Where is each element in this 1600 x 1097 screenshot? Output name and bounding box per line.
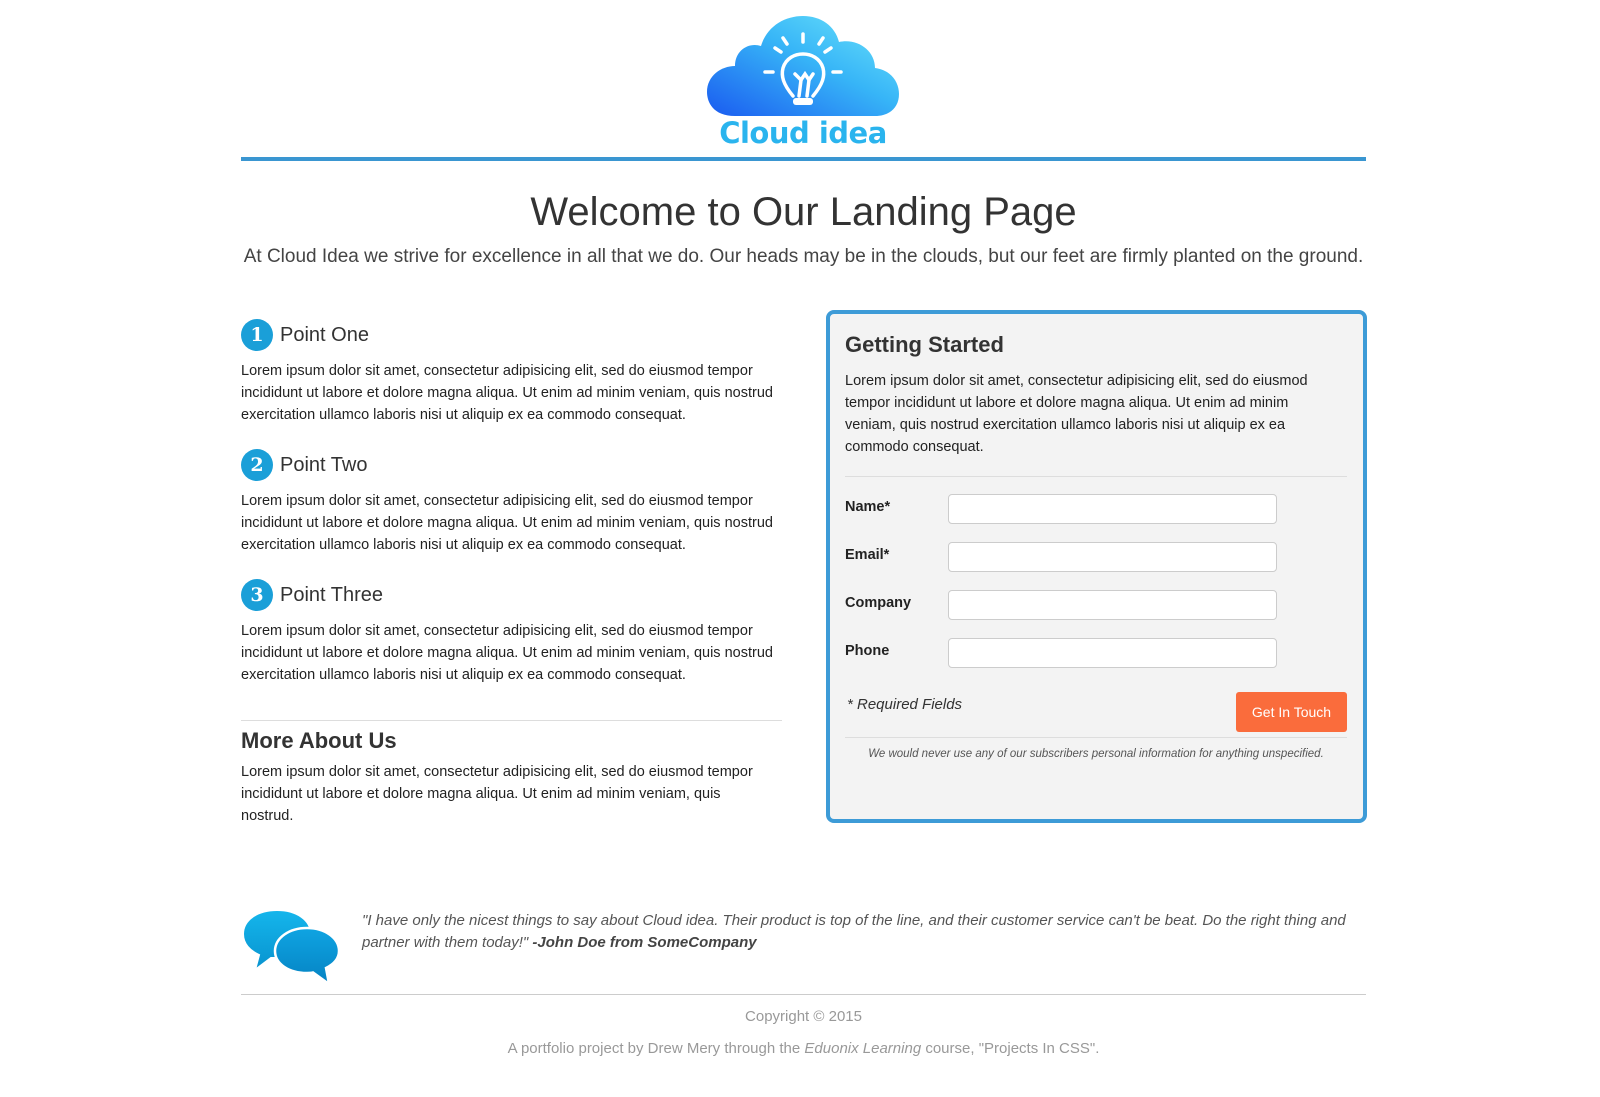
form-row-company: Company (845, 590, 1285, 620)
form-row-name: Name* (845, 494, 1285, 524)
credit-suffix: course, "Projects In CSS". (921, 1040, 1100, 1057)
number-badge-icon: 2 (241, 449, 273, 481)
credit-org: Eduonix Learning (804, 1040, 922, 1057)
copyright: Copyright © 2015 (745, 1008, 862, 1025)
point-header: 1 Point One (241, 318, 782, 352)
page-container: Cloud idea Welcome to Our Landing Page A… (241, 0, 1367, 1097)
point-body: Lorem ipsum dolor sit amet, consectetur … (241, 493, 773, 553)
point-title: Point Three (280, 583, 384, 606)
page-title: Welcome to Our Landing Page (530, 190, 1077, 234)
phone-label: Phone (845, 643, 890, 659)
signup-form-panel: Getting Started Lorem ipsum dolor sit am… (826, 310, 1367, 823)
form-row-email: Email* (845, 542, 1285, 572)
credit-line: A portfolio project by Drew Mery through… (241, 1040, 1366, 1057)
header: Cloud idea (241, 0, 1366, 161)
point-body: Lorem ipsum dolor sit amet, consectetur … (241, 623, 773, 683)
credit-prefix: A portfolio project by Drew Mery through… (507, 1040, 805, 1057)
get-in-touch-button[interactable]: Get In Touch (1236, 692, 1347, 732)
form-description: Lorem ipsum dolor sit amet, consectetur … (845, 373, 1308, 455)
speech-bubbles-icon (241, 908, 341, 987)
quote-author: -John Doe from SomeCompany (532, 934, 757, 951)
company-label: Company (845, 595, 912, 611)
phone-field[interactable] (948, 638, 1277, 668)
more-about-title: More About Us (241, 728, 397, 753)
divider (241, 994, 1366, 995)
quote-text: "I have only the nicest things to say ab… (362, 912, 1346, 951)
point-item: 1 Point One Lorem ipsum dolor sit amet, … (241, 318, 782, 426)
point-title: Point Two (280, 453, 368, 476)
privacy-note: We would never use any of our subscriber… (868, 748, 1324, 760)
testimonial-quote: "I have only the nicest things to say ab… (362, 910, 1347, 954)
divider (845, 476, 1347, 477)
cloud-lightbulb-icon (707, 16, 899, 116)
point-item: 3 Point Three Lorem ipsum dolor sit amet… (241, 578, 782, 686)
name-label: Name* (845, 499, 891, 515)
name-field[interactable] (948, 494, 1277, 524)
point-body: Lorem ipsum dolor sit amet, consectetur … (241, 363, 773, 423)
page-subtitle: At Cloud Idea we strive for excellence i… (243, 246, 1364, 267)
point-title: Point One (280, 323, 369, 346)
logo[interactable]: Cloud idea (705, 14, 901, 154)
point-item: 2 Point Two Lorem ipsum dolor sit amet, … (241, 448, 782, 556)
email-field[interactable] (948, 542, 1277, 572)
divider (241, 720, 782, 721)
number-badge-icon: 3 (241, 579, 273, 611)
form-row-phone: Phone (845, 638, 1285, 668)
more-about-body: Lorem ipsum dolor sit amet, consectetur … (241, 764, 753, 824)
company-field[interactable] (948, 590, 1277, 620)
more-about-section: More About Us Lorem ipsum dolor sit amet… (241, 728, 782, 827)
number-badge-icon: 1 (241, 319, 273, 351)
point-header: 3 Point Three (241, 578, 782, 612)
required-fields-note: * Required Fields (847, 696, 963, 713)
logo-text: Cloud idea (719, 116, 887, 150)
divider (845, 737, 1347, 738)
email-label: Email* (845, 547, 890, 563)
point-header: 2 Point Two (241, 448, 782, 482)
form-title: Getting Started (845, 332, 1004, 357)
